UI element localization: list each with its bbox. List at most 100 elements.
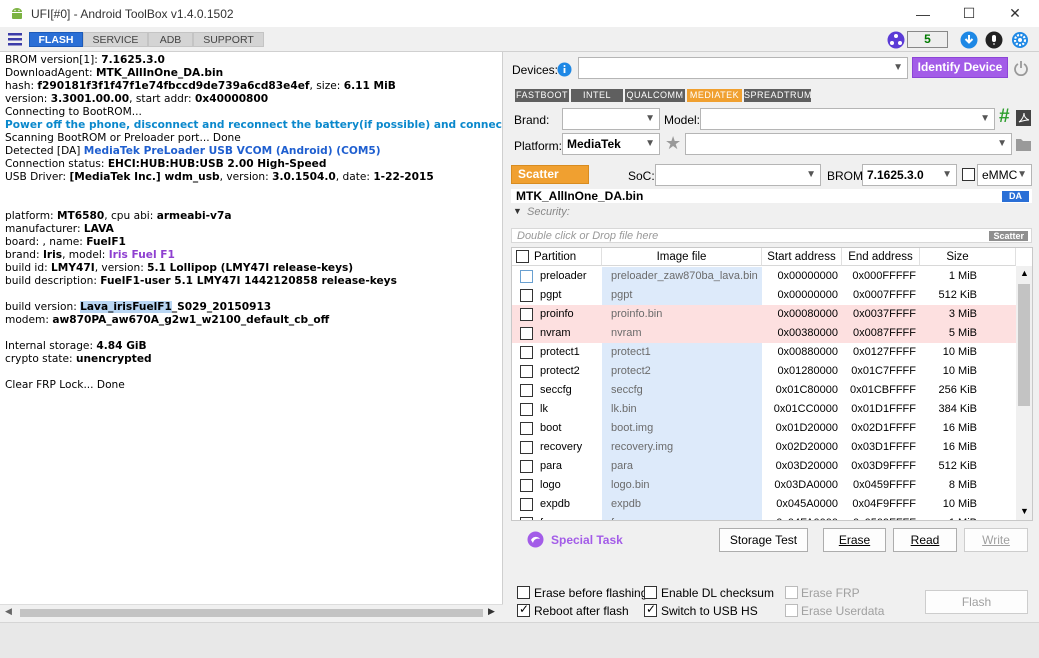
table-row[interactable]: expdb expdb 0x045A0000 0x04F9FFFF 10 MiB — [512, 495, 1016, 514]
pdf-icon[interactable] — [1016, 110, 1031, 126]
partition-checkbox[interactable] — [520, 384, 533, 397]
storage-select[interactable]: eMMC ▼ — [977, 164, 1032, 186]
scroll-left-icon[interactable]: ◀ — [5, 606, 12, 617]
column-header-start-address[interactable]: Start address — [762, 248, 842, 266]
table-row[interactable]: recovery recovery.img 0x02D20000 0x03D1FFFF… — [512, 438, 1016, 457]
reboot-after-flash-checkbox[interactable] — [517, 602, 530, 617]
partition-checkbox[interactable] — [520, 289, 533, 302]
partition-file-cell[interactable]: preloader_zaw870ba_lava.bin — [611, 267, 761, 286]
scroll-up-icon[interactable]: ▲ — [1020, 268, 1029, 278]
table-row[interactable]: seccfg seccfg 0x01C80000 0x01CBFFFF 256 KiB — [512, 381, 1016, 400]
partition-file-cell[interactable]: protect1 — [611, 343, 761, 362]
close-button[interactable]: ✕ — [992, 0, 1038, 27]
column-header-image-file[interactable]: Image file — [602, 248, 762, 266]
scatter-button[interactable]: Scatter — [511, 165, 589, 184]
partition-checkbox[interactable] — [520, 479, 533, 492]
tab-adb[interactable]: ADB — [148, 32, 193, 47]
partition-checkbox[interactable] — [520, 327, 533, 340]
table-row[interactable]: protect1 protect1 0x00880000 0x0127FFFF 10 M… — [512, 343, 1016, 362]
partition-file-cell[interactable]: proinfo.bin — [611, 305, 761, 324]
table-row[interactable]: protect2 protect2 0x01280000 0x01C7FFFF 10 M… — [512, 362, 1016, 381]
chip-tab-spreadtrum[interactable]: SPREADTRUM — [744, 89, 812, 102]
switch-usb-hs-checkbox[interactable] — [644, 602, 657, 617]
chip-tab-qualcomm[interactable]: QUALCOMM — [625, 89, 685, 102]
chip-tab-mediatek[interactable]: MEDIATEK — [687, 89, 742, 102]
menu-icon[interactable] — [8, 32, 24, 47]
flash-button[interactable]: Flash — [925, 590, 1028, 614]
table-row[interactable]: pgpt pgpt 0x00000000 0x0007FFFF 512 KiB — [512, 286, 1016, 305]
select-all-checkbox[interactable] — [516, 250, 529, 263]
erase-userdata-checkbox[interactable] — [785, 604, 798, 617]
soc-select[interactable]: ▼ — [655, 164, 821, 186]
partition-file-cell[interactable]: boot.img — [611, 419, 761, 438]
partition-file-cell[interactable]: frp — [611, 514, 761, 520]
special-task-link[interactable]: Special Task — [551, 533, 623, 547]
partition-checkbox[interactable] — [520, 498, 533, 511]
maximize-button[interactable]: ☐ — [946, 0, 992, 27]
devices-select[interactable]: ▼ — [578, 57, 908, 79]
settings-gear-icon[interactable] — [1011, 31, 1029, 49]
table-row[interactable]: frpfrp0x04FA00000x0509FFFF1 MiB — [512, 514, 1016, 520]
star-icon[interactable]: ★ — [665, 133, 681, 154]
identify-device-button[interactable]: Identify Device — [912, 57, 1008, 78]
partition-file-cell[interactable]: protect2 — [611, 362, 761, 381]
storage-checkbox[interactable] — [962, 168, 975, 181]
info-icon[interactable] — [557, 62, 572, 77]
storage-test-button[interactable]: Storage Test — [719, 528, 808, 552]
tab-flash[interactable]: FLASH — [29, 32, 83, 47]
partition-file-cell[interactable]: expdb — [611, 495, 761, 514]
collapse-arrow-icon[interactable]: ▼ — [513, 206, 522, 216]
scroll-thumb[interactable] — [20, 609, 483, 617]
partition-file-cell[interactable]: para — [611, 457, 761, 476]
partition-vertical-scrollbar[interactable]: ▲ ▼ — [1016, 266, 1032, 520]
partition-file-cell[interactable]: nvram — [611, 324, 761, 343]
chip-tab-intel[interactable]: INTEL — [571, 89, 623, 102]
column-header-end-address[interactable]: End address — [842, 248, 920, 266]
read-button[interactable]: Read — [893, 528, 957, 552]
table-row[interactable]: logo logo.bin 0x03DA0000 0x0459FFFF 8 MiB — [512, 476, 1016, 495]
erase-button[interactable]: Erase — [823, 528, 886, 552]
scroll-thumb[interactable] — [1018, 284, 1030, 406]
brand-select[interactable]: ▼ — [562, 108, 660, 130]
partition-checkbox[interactable] — [520, 270, 533, 283]
security-label[interactable]: Security: — [527, 206, 570, 218]
special-task-icon[interactable] — [527, 531, 544, 548]
column-header-partition[interactable]: Partition — [512, 248, 602, 266]
minimize-button[interactable]: — — [900, 0, 946, 27]
partition-checkbox[interactable] — [520, 517, 533, 520]
chip-tab-fastboot[interactable]: FASTBOOT — [515, 89, 569, 102]
partition-file-cell[interactable]: lk.bin — [611, 400, 761, 419]
network-icon[interactable] — [887, 31, 905, 49]
hash-icon[interactable]: # — [999, 106, 1010, 128]
power-icon[interactable] — [1013, 60, 1029, 76]
partition-checkbox[interactable] — [520, 422, 533, 435]
enable-dl-checksum-checkbox[interactable] — [644, 586, 657, 599]
erase-frp-checkbox[interactable] — [785, 586, 798, 599]
microphone-icon[interactable] — [985, 31, 1003, 49]
column-header-size[interactable]: Size — [920, 248, 1016, 266]
model-select[interactable]: ▼ — [700, 108, 995, 130]
tab-service[interactable]: SERVICE — [83, 32, 148, 47]
brom-select[interactable]: 7.1625.3.0 ▼ — [862, 164, 957, 186]
partition-checkbox[interactable] — [520, 346, 533, 359]
table-row[interactable]: boot boot.img 0x01D20000 0x02D1FFFF 16 MiB — [512, 419, 1016, 438]
partition-file-cell[interactable]: pgpt — [611, 286, 761, 305]
partition-checkbox[interactable] — [520, 460, 533, 473]
favorite-select[interactable]: ▼ — [685, 133, 1012, 155]
tab-support[interactable]: SUPPORT — [193, 32, 264, 47]
partition-checkbox[interactable] — [520, 365, 533, 378]
write-button[interactable]: Write — [964, 528, 1028, 552]
scatter-drop-zone[interactable]: Double click or Drop file here Scatter — [511, 228, 1032, 243]
erase-before-flash-checkbox[interactable] — [517, 586, 530, 599]
partition-file-cell[interactable]: recovery.img — [611, 438, 761, 457]
scroll-right-icon[interactable]: ▶ — [488, 606, 495, 617]
table-row[interactable]: lk lk.bin 0x01CC0000 0x01D1FFFF 384 KiB — [512, 400, 1016, 419]
table-row[interactable]: nvram nvram 0x00380000 0x0087FFFF 5 MiB — [512, 324, 1016, 343]
partition-file-cell[interactable]: logo.bin — [611, 476, 761, 495]
platform-select[interactable]: MediaTek ▼ — [562, 133, 660, 155]
log-horizontal-scrollbar[interactable]: ◀ ▶ — [0, 604, 503, 620]
table-row[interactable]: proinfo proinfo.bin 0x00080000 0x0037FFFF 3 … — [512, 305, 1016, 324]
download-icon[interactable] — [960, 31, 978, 49]
scroll-down-icon[interactable]: ▼ — [1020, 506, 1029, 516]
partition-checkbox[interactable] — [520, 308, 533, 321]
